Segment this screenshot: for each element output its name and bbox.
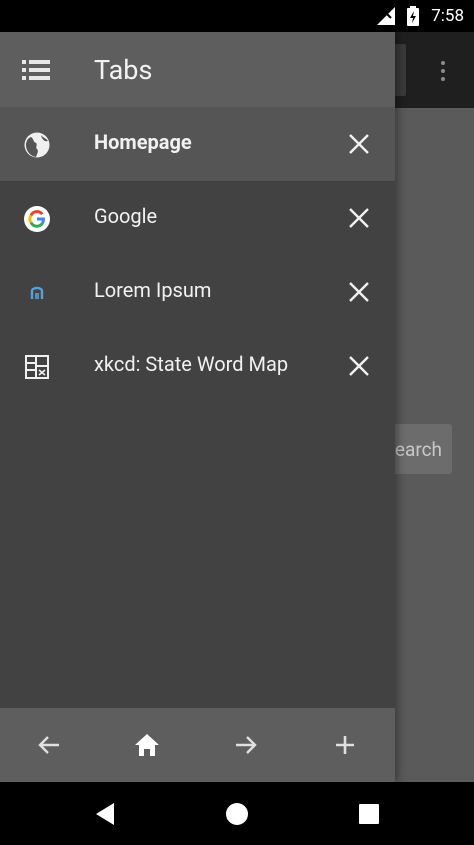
tab-title: Google: [94, 204, 158, 228]
search-button-label: earch: [394, 437, 442, 461]
xkcd-icon: [22, 352, 52, 382]
tab-item-google[interactable]: Google: [0, 181, 395, 255]
nav-home-icon[interactable]: [221, 798, 253, 830]
nav-recents-icon[interactable]: [353, 798, 385, 830]
tab-list: Homepage Google Lorem Ipsum xkcd: State …: [0, 107, 395, 403]
close-icon[interactable]: [344, 351, 374, 381]
tab-title: Lorem Ipsum: [94, 278, 212, 302]
tab-title: Homepage: [94, 130, 192, 154]
tab-item-homepage[interactable]: Homepage: [0, 107, 395, 181]
tab-item-lorem-ipsum[interactable]: Lorem Ipsum: [0, 255, 395, 329]
back-arrow-icon[interactable]: [34, 730, 64, 760]
drawer-header: Tabs: [0, 32, 395, 107]
lorem-ipsum-icon: [22, 278, 52, 308]
close-icon[interactable]: [344, 203, 374, 233]
list-menu-icon[interactable]: [22, 58, 50, 82]
tabs-drawer: Tabs Homepage Google Lorem Ipsum xkcd: S…: [0, 32, 395, 782]
signal-icon: [377, 7, 396, 25]
nav-back-icon[interactable]: [89, 798, 121, 830]
system-nav-bar: [0, 782, 474, 845]
status-bar: 7:58: [0, 0, 474, 32]
drawer-footer: [0, 708, 395, 782]
tab-title: xkcd: State Word Map: [94, 352, 289, 376]
add-icon[interactable]: [330, 730, 360, 760]
drawer-title: Tabs: [94, 54, 153, 86]
overflow-menu-icon[interactable]: [428, 56, 458, 86]
close-icon[interactable]: [344, 277, 374, 307]
forward-arrow-icon[interactable]: [231, 730, 261, 760]
status-time: 7:58: [431, 6, 464, 26]
battery-icon: [407, 6, 420, 26]
globe-icon: [22, 130, 52, 160]
home-icon[interactable]: [132, 730, 162, 760]
tab-item-xkcd[interactable]: xkcd: State Word Map: [0, 329, 395, 403]
close-icon[interactable]: [344, 129, 374, 159]
google-icon: [22, 204, 52, 234]
